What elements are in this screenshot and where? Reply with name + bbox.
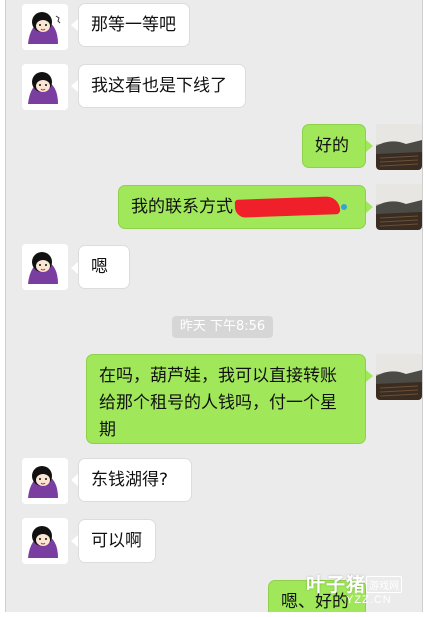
contact-avatar[interactable]	[22, 244, 68, 290]
my-avatar[interactable]	[376, 184, 422, 230]
contact-avatar[interactable]	[22, 4, 68, 50]
contact-avatar[interactable]	[22, 518, 68, 564]
message-text: 东钱湖得?	[91, 470, 169, 490]
incoming-message[interactable]: 东钱湖得?	[78, 458, 192, 502]
my-avatar[interactable]	[376, 354, 422, 400]
emoji-icon	[341, 204, 347, 210]
message-line: 期	[99, 420, 116, 440]
message-text: 可以啊	[91, 531, 142, 551]
chat-panel[interactable]: 那等一等吧 我这看也是下线了 好的 我的联系方式 嗯 昨天 下午8:56 在吗，…	[6, 0, 422, 612]
bubble-tail	[366, 370, 373, 382]
pier-photo-icon	[376, 124, 422, 170]
message-text: 好的	[315, 136, 349, 156]
message-line: 在吗，葫芦娃，我可以直接转账	[99, 366, 337, 386]
pier-photo-icon	[376, 184, 422, 230]
right-edge	[422, 0, 423, 612]
cartoon-girl-icon	[22, 458, 68, 504]
outgoing-message[interactable]: 我的联系方式	[118, 185, 366, 229]
watermark-logo: 叶子猪 游戏网 YZZ.CN	[306, 570, 422, 612]
watermark-tag: 游戏网	[366, 576, 402, 593]
bubble-tail	[71, 19, 78, 31]
cartoon-girl-icon	[22, 4, 68, 50]
bubble-tail	[71, 262, 78, 274]
message-text: 我的联系方式	[131, 197, 233, 217]
message-text: 嗯	[91, 257, 108, 277]
bubble-tail	[71, 474, 78, 486]
incoming-message[interactable]: 嗯	[78, 245, 130, 289]
incoming-message[interactable]: 那等一等吧	[78, 3, 190, 47]
incoming-message[interactable]: 我这看也是下线了	[78, 64, 246, 108]
bubble-tail	[366, 140, 373, 152]
message-line: 给那个租号的人钱吗，付一个星	[99, 393, 337, 413]
cartoon-girl-icon	[22, 244, 68, 290]
outgoing-message[interactable]: 好的	[302, 124, 366, 168]
cartoon-girl-icon	[22, 64, 68, 110]
left-edge	[5, 0, 6, 612]
watermark-brand: 叶子猪	[306, 575, 367, 596]
contact-avatar[interactable]	[22, 458, 68, 504]
bubble-tail	[71, 80, 78, 92]
incoming-message[interactable]: 可以啊	[78, 519, 156, 563]
timestamp-label: 昨天 下午8:56	[172, 316, 273, 338]
watermark-url: YZZ.CN	[346, 594, 392, 606]
pier-photo-icon	[376, 354, 422, 400]
redaction-mark	[234, 196, 341, 218]
contact-avatar[interactable]	[22, 64, 68, 110]
message-text: 我这看也是下线了	[91, 76, 227, 96]
message-text: 那等一等吧	[91, 15, 176, 35]
my-avatar[interactable]	[376, 124, 422, 170]
outgoing-message[interactable]: 在吗，葫芦娃，我可以直接转账 给那个租号的人钱吗，付一个星 期	[86, 354, 366, 444]
cartoon-girl-icon	[22, 518, 68, 564]
bubble-tail	[71, 535, 78, 547]
bubble-tail	[366, 201, 373, 213]
